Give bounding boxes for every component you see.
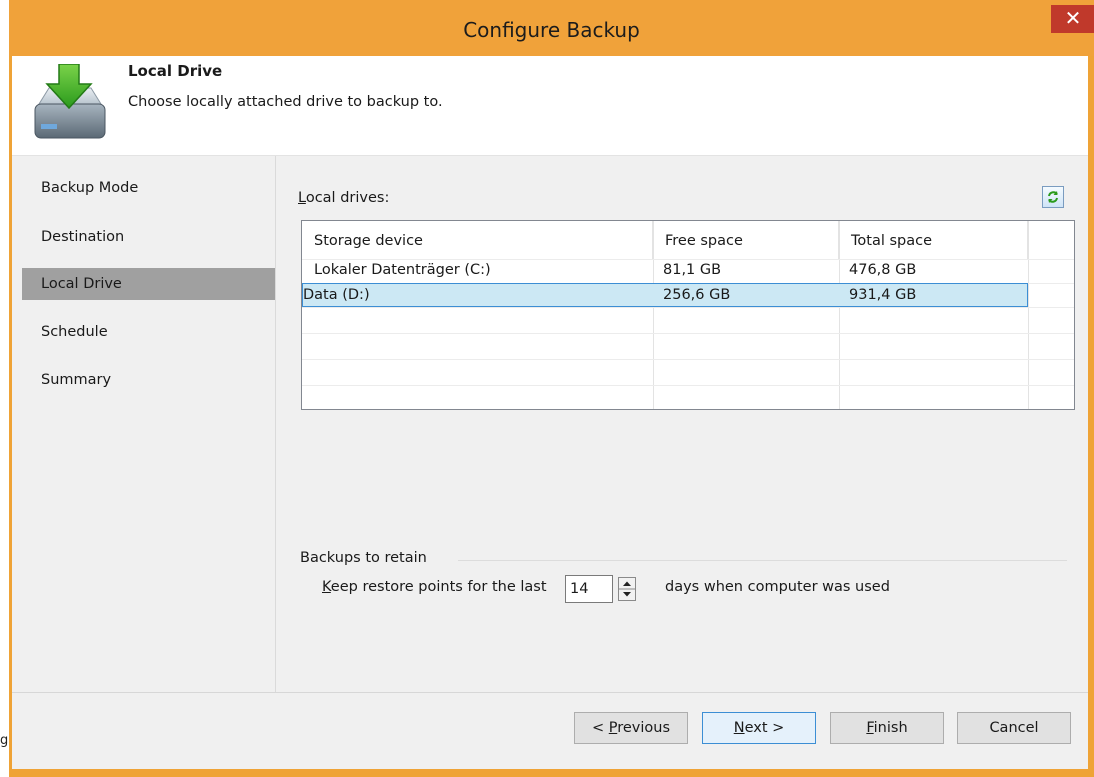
spin-arrows-icon — [619, 581, 635, 597]
cell-free-space: 81,1 GB — [663, 262, 722, 278]
row-divider — [302, 333, 1074, 334]
next-button[interactable]: Next > — [702, 712, 816, 744]
nav-item-backup-mode[interactable]: Backup Mode — [22, 172, 275, 204]
refresh-button[interactable] — [1042, 186, 1064, 208]
dialog-client-area: Local Drive Choose locally attached driv… — [12, 56, 1088, 769]
finish-button-accesskey: F — [866, 720, 874, 736]
configure-backup-window: Configure Backup ✕ Local Drive Choose lo… — [9, 0, 1094, 777]
drive-download-icon — [34, 64, 106, 139]
finish-button-text: inish — [873, 720, 908, 736]
column-header-storage-device[interactable]: Storage device — [302, 221, 653, 259]
column-divider — [653, 221, 654, 409]
next-button-accesskey: N — [733, 720, 745, 736]
refresh-icon — [1048, 191, 1058, 203]
column-divider — [839, 221, 840, 409]
title-bar: Configure Backup ✕ — [9, 0, 1094, 56]
cell-storage-device: Lokaler Datenträger (C:) — [314, 262, 491, 278]
previous-button-text: revious — [617, 720, 671, 736]
table-row-selected[interactable]: Data (D:) 256,6 GB 931,4 GB — [302, 283, 1028, 307]
nav-item-summary[interactable]: Summary — [22, 364, 275, 396]
step-content: Local drives: Storage device Free space … — [278, 156, 1088, 692]
cell-total-space: 931,4 GB — [849, 287, 917, 303]
cell-free-space: 256,6 GB — [663, 287, 731, 303]
previous-button-prefix: < — [591, 720, 609, 736]
local-drives-label-text: ocal drives: — [305, 190, 390, 206]
background-window-text: gl — [0, 730, 9, 752]
local-drives-table[interactable]: Storage device Free space Total space Lo… — [301, 220, 1075, 410]
close-icon: ✕ — [1064, 6, 1082, 30]
nav-item-schedule[interactable]: Schedule — [22, 316, 275, 348]
row-divider — [302, 307, 1074, 308]
step-description: Choose locally attached drive to backup … — [128, 94, 443, 110]
restore-days-stepper[interactable] — [618, 577, 636, 601]
keep-restore-points-label: Keep restore points for the last — [322, 579, 547, 595]
group-separator — [458, 560, 1067, 561]
column-header-free-space[interactable]: Free space — [653, 221, 839, 259]
close-button[interactable]: ✕ — [1051, 5, 1094, 33]
previous-button[interactable]: < Previous — [574, 712, 688, 744]
keep-label-accesskey: K — [322, 579, 331, 595]
row-divider — [302, 385, 1074, 386]
column-header-total-space[interactable]: Total space — [839, 221, 1028, 259]
next-button-text: ext > — [744, 720, 785, 736]
restore-days-input[interactable]: 14 — [565, 575, 613, 603]
wizard-steps-nav: Backup Mode Destination Local Drive Sche… — [12, 156, 276, 692]
previous-button-accesskey: P — [608, 720, 618, 736]
cancel-button[interactable]: Cancel — [957, 712, 1071, 744]
nav-item-destination[interactable]: Destination — [22, 221, 275, 253]
keep-label-text: eep restore points for the last — [330, 579, 547, 595]
days-when-used-label: days when computer was used — [665, 579, 890, 595]
cell-total-space: 476,8 GB — [849, 262, 917, 278]
cell-storage-device: Data (D:) — [303, 287, 370, 303]
window-title: Configure Backup — [463, 18, 640, 42]
nav-item-local-drive[interactable]: Local Drive — [22, 268, 275, 300]
finish-button[interactable]: Finish — [830, 712, 944, 744]
step-title: Local Drive — [128, 62, 223, 80]
column-divider — [1028, 221, 1029, 409]
footer-separator — [12, 692, 1088, 693]
backups-to-retain-label: Backups to retain — [300, 550, 427, 566]
wizard-header: Local Drive Choose locally attached driv… — [12, 56, 1088, 156]
table-row[interactable]: Lokaler Datenträger (C:) 81,1 GB 476,8 G… — [302, 259, 1028, 283]
local-drives-label-accesskey: L — [298, 190, 306, 206]
row-divider — [302, 359, 1074, 360]
local-drives-label: Local drives: — [298, 190, 389, 206]
